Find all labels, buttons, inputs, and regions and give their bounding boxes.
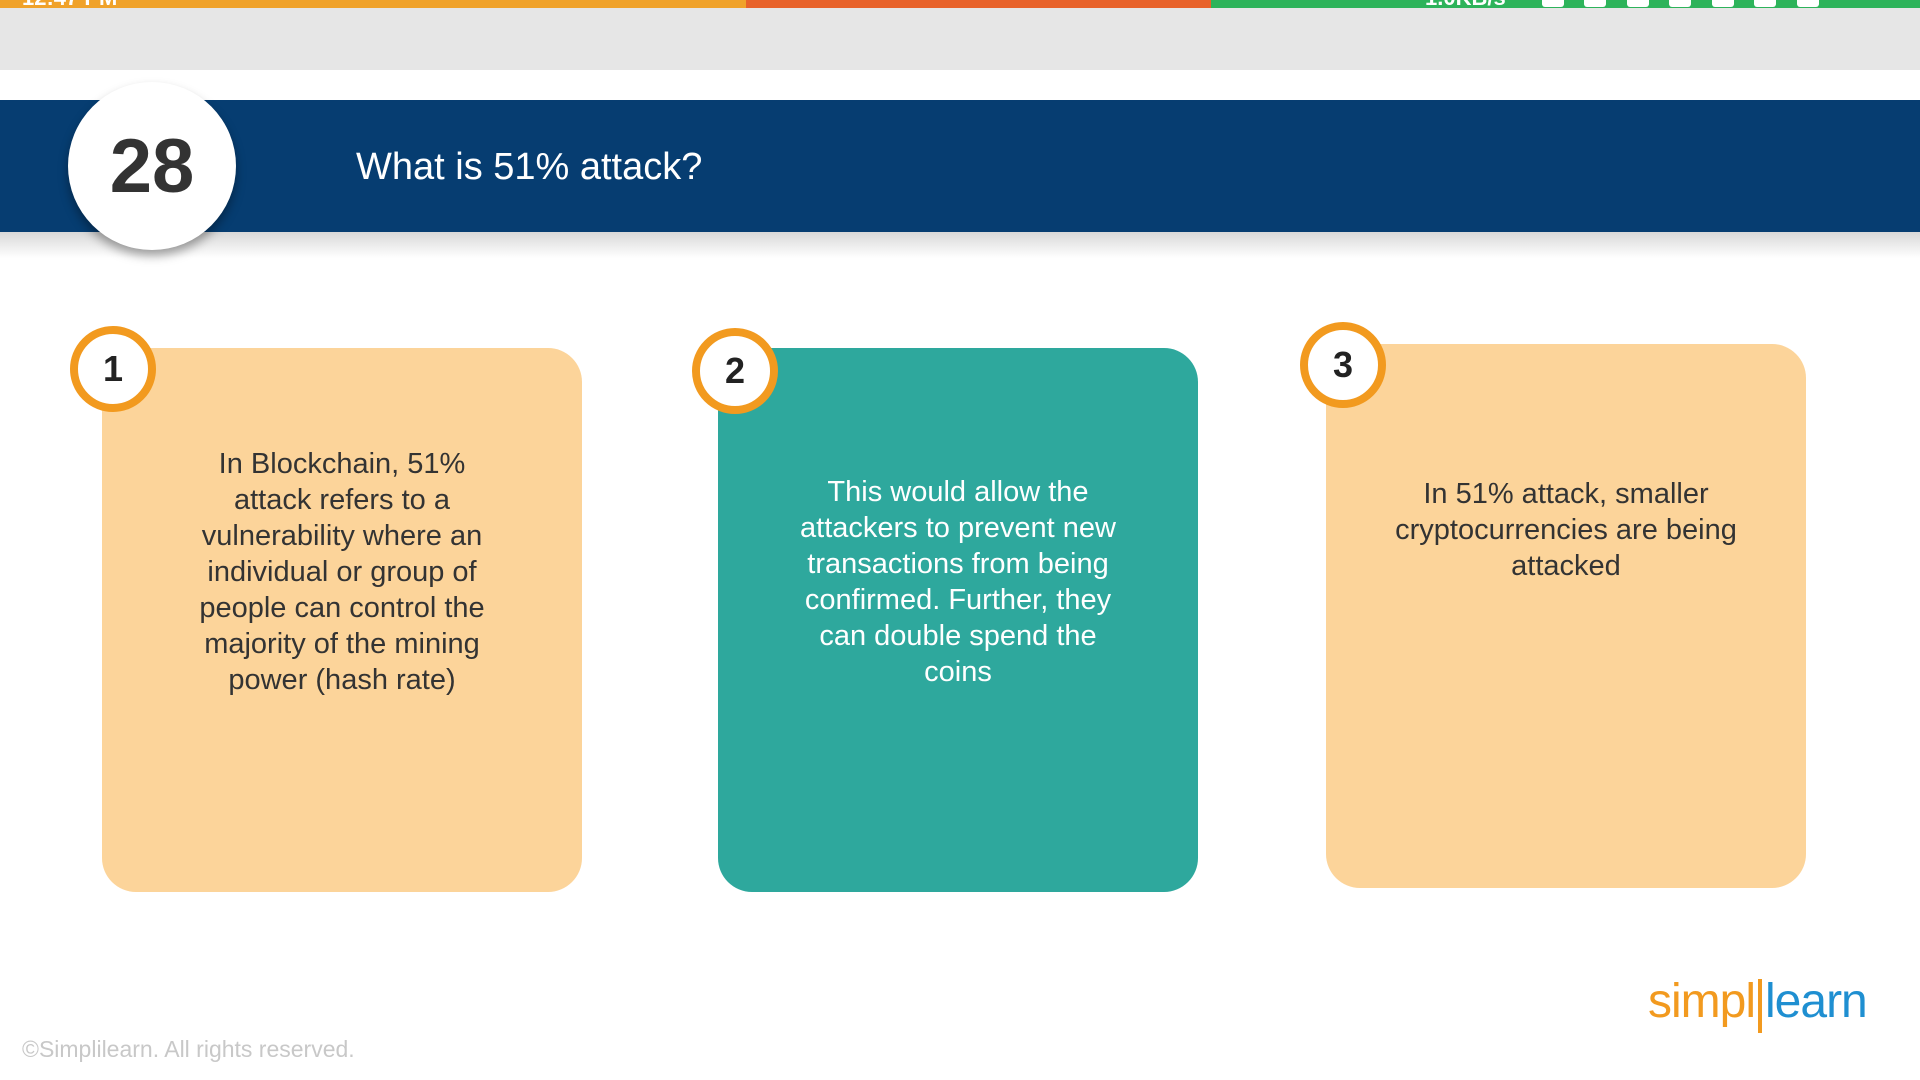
- slide-title: What is 51% attack?: [356, 146, 703, 188]
- card-text: In Blockchain, 51% attack refers to a vu…: [199, 448, 485, 696]
- card-text: This would allow the attackers to preven…: [800, 476, 1116, 688]
- alarm-icon: [1626, 0, 1649, 7]
- logo-text-part1: simpl: [1648, 975, 1756, 1028]
- signal-icon: [1711, 0, 1734, 7]
- question-number-badge: 28: [68, 82, 236, 250]
- battery-icon: [1796, 0, 1819, 7]
- wifi-icon: [1754, 0, 1777, 7]
- info-card-1: In Blockchain, 51% attack refers to a vu…: [102, 348, 582, 892]
- card-number-badge: 2: [692, 328, 778, 414]
- slide-header: [0, 100, 1920, 232]
- status-icons: [1542, 0, 1862, 7]
- mute-icon: [1584, 0, 1607, 7]
- card-text: In 51% attack, smaller cryptocurrencies …: [1395, 478, 1737, 582]
- logo-text-part2: learn: [1765, 975, 1868, 1028]
- copyright-text: ©Simplilearn. All rights reserved.: [22, 1036, 355, 1062]
- video-top-band: [0, 8, 1920, 70]
- info-card-2: This would allow the attackers to preven…: [718, 348, 1198, 892]
- logo-divider: [1758, 979, 1763, 1033]
- sim-icon: [1542, 0, 1564, 7]
- status-time: 12:47 PM: [22, 0, 117, 9]
- status-strip-segment: [746, 0, 1211, 8]
- simplilearn-logo: simpl learn: [1648, 974, 1868, 1033]
- card-number-badge: 1: [70, 326, 156, 412]
- info-card-3: In 51% attack, smaller cryptocurrencies …: [1326, 344, 1806, 888]
- network-speed: 1.0KB/s: [1425, 0, 1506, 9]
- header-shadow: [0, 232, 1920, 258]
- signal-icon: [1669, 0, 1692, 7]
- card-number-badge: 3: [1300, 322, 1386, 408]
